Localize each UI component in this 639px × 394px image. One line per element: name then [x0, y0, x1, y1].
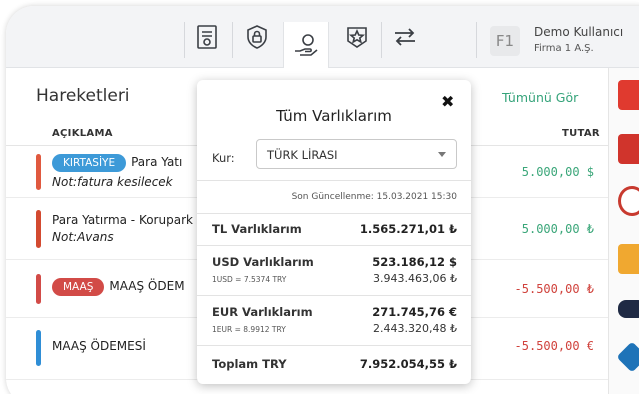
- divider: [197, 213, 471, 214]
- company-avatar[interactable]: F1: [490, 26, 520, 56]
- divider: [197, 245, 471, 246]
- separator: [232, 22, 233, 58]
- row-indicator: [36, 274, 41, 304]
- usd-assets-value: 523.186,12 $: [372, 255, 457, 269]
- row-note: Not:fatura kesilecek: [52, 175, 173, 189]
- row-text: MAAŞ ÖDEMESİ: [52, 339, 146, 353]
- close-icon[interactable]: ✖: [441, 92, 454, 111]
- row-text: Para Yatı: [131, 155, 183, 169]
- transfer-arrows-icon[interactable]: [386, 18, 424, 56]
- shield-icon[interactable]: [238, 18, 276, 56]
- badge-star-icon[interactable]: [338, 18, 376, 56]
- tl-assets-value: 1.565.271,01 ₺: [359, 222, 457, 236]
- row-description: KIRTASİYE Para Yatı: [52, 154, 182, 172]
- hand-coin-icon[interactable]: [283, 22, 329, 68]
- eur-assets-value: 271.745,76 €: [372, 305, 457, 319]
- divider: [197, 345, 471, 346]
- divider: [197, 295, 471, 296]
- currency-label: Kur:: [212, 151, 235, 165]
- eur-assets-try: 2.443.320,48 ₺: [373, 322, 457, 335]
- eur-rate: 1EUR = 8.9912 TRY: [212, 325, 286, 334]
- chevron-down-icon: [438, 152, 446, 157]
- last-updated: Son Güncellenme: 15.03.2021 15:30: [291, 192, 457, 202]
- usd-assets-try: 3.943.463,06 ₺: [373, 272, 457, 285]
- column-header-amount: TUTAR: [562, 128, 600, 139]
- currency-select-value: TÜRK LİRASI: [267, 148, 338, 162]
- usd-rate: 1USD = 7.5374 TRY: [212, 275, 287, 284]
- divider: [197, 180, 471, 181]
- ziraat-logo[interactable]: [618, 134, 639, 164]
- row-indicator: [36, 154, 41, 190]
- total-label: Toplam TRY: [212, 357, 287, 371]
- category-badge: MAAŞ: [52, 278, 105, 296]
- yapikredi-logo[interactable]: [618, 300, 639, 318]
- currency-select[interactable]: TÜRK LİRASI: [256, 139, 457, 169]
- row-amount: 5.000,00 $: [521, 165, 594, 179]
- see-all-link[interactable]: Tümünü Gör: [502, 90, 578, 105]
- row-amount: 5.000,00 ₺: [521, 222, 594, 236]
- isbank-logo[interactable]: [618, 186, 639, 216]
- row-amount: -5.500,00 €: [514, 339, 594, 353]
- column-header-description: AÇIKLAMA: [52, 128, 113, 139]
- vakifbank-logo[interactable]: [618, 244, 639, 274]
- row-amount: -5.500,00 ₺: [514, 282, 594, 296]
- row-indicator: [36, 330, 41, 366]
- popup-title: Tüm Varlıklarım: [276, 107, 392, 125]
- usd-assets-label: USD Varlıklarım: [212, 255, 314, 269]
- row-text: MAAŞ ÖDEM: [109, 279, 185, 293]
- user-name[interactable]: Demo Kullanıcı: [534, 25, 623, 39]
- assets-popup: Tüm Varlıklarım ✖ Kur: TÜRK LİRASI Son G…: [197, 80, 471, 384]
- section-title: Hareketleri: [36, 86, 130, 106]
- row-note: Not:Avans: [52, 230, 114, 244]
- invoice-icon[interactable]: [188, 18, 226, 56]
- row-description: MAAŞ MAAŞ ÖDEM: [52, 278, 185, 296]
- eur-assets-label: EUR Varlıklarım: [212, 305, 313, 319]
- akbank-logo[interactable]: [618, 80, 639, 110]
- row-indicator: [36, 210, 41, 248]
- separator: [184, 22, 185, 58]
- tl-assets-label: TL Varlıklarım: [212, 222, 302, 236]
- row-text: Para Yatırma - Korupark: [52, 213, 193, 227]
- category-badge: KIRTASİYE: [52, 154, 127, 172]
- company-name: Firma 1 A.Ş.: [534, 43, 594, 54]
- total-value: 7.952.054,55 ₺: [359, 357, 457, 371]
- separator: [476, 22, 477, 58]
- top-bar: F1 Demo Kullanıcı Firma 1 A.Ş.: [6, 6, 639, 68]
- separator: [381, 22, 382, 58]
